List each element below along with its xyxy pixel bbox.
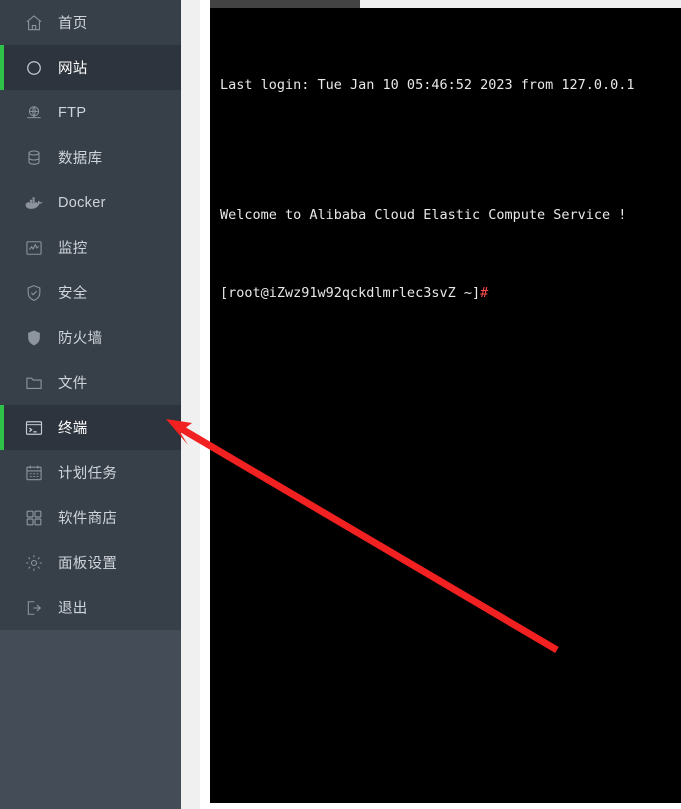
sidebar-item-label: 监控 bbox=[58, 241, 88, 257]
gear-icon bbox=[24, 553, 44, 573]
sidebar-item-1[interactable]: 首页 bbox=[0, 0, 181, 45]
sidebar-item-9[interactable]: 文件 bbox=[0, 360, 181, 405]
sidebar-item-3[interactable]: FTP bbox=[0, 90, 181, 135]
sidebar-item-label: 数据库 bbox=[58, 151, 103, 167]
sidebar-item-label: 软件商店 bbox=[58, 511, 118, 527]
sidebar-nav: 首页网站 FTP 数据库 Docker 监控安全防火墙文件终端计划任务软件商店面板设置退… bbox=[0, 0, 181, 630]
sidebar-item-label: 面板设置 bbox=[58, 556, 118, 572]
database-icon bbox=[24, 148, 44, 168]
sidebar-item-label: 计划任务 bbox=[58, 466, 118, 482]
sidebar-item-label: 安全 bbox=[58, 286, 88, 302]
docker-icon bbox=[24, 193, 44, 213]
tab-bar-empty-area bbox=[360, 0, 681, 8]
calendar-icon bbox=[24, 463, 44, 483]
shield-check-icon bbox=[24, 283, 44, 303]
sidebar-item-label: FTP bbox=[58, 104, 87, 121]
globe-circle-icon bbox=[24, 58, 44, 78]
sidebar-item-4[interactable]: 数据库 bbox=[0, 135, 181, 180]
sidebar-item-11[interactable]: 计划任务 bbox=[0, 450, 181, 495]
terminal-line-welcome: Welcome to Alibaba Cloud Elastic Compute… bbox=[220, 207, 627, 223]
panel-gutter bbox=[181, 0, 200, 809]
shield-solid-icon bbox=[24, 328, 44, 348]
active-accent-bar bbox=[0, 405, 4, 450]
sidebar-item-5[interactable]: Docker bbox=[0, 180, 181, 225]
sidebar-item-7[interactable]: 安全 bbox=[0, 270, 181, 315]
grid-apps-icon bbox=[24, 508, 44, 528]
terminal-icon bbox=[24, 418, 44, 438]
terminal-line-last-login: Last login: Tue Jan 10 05:46:52 2023 fro… bbox=[220, 77, 635, 93]
sidebar-item-label: 终端 bbox=[58, 421, 88, 437]
sidebar-item-13[interactable]: 面板设置 bbox=[0, 540, 181, 585]
sidebar-item-12[interactable]: 软件商店 bbox=[0, 495, 181, 540]
sidebar-item-14[interactable]: 退出 bbox=[0, 585, 181, 630]
sidebar-item-10[interactable]: 终端 bbox=[0, 405, 181, 450]
terminal-panel[interactable]: Last login: Tue Jan 10 05:46:52 2023 fro… bbox=[210, 8, 681, 803]
terminal-line-prompt: [root@iZwz91w92qckdlmrlec3svZ ~]# bbox=[220, 285, 489, 301]
monitor-chart-icon bbox=[24, 238, 44, 258]
app-window: 首页网站 FTP 数据库 Docker 监控安全防火墙文件终端计划任务软件商店面板设置退… bbox=[0, 0, 681, 809]
terminal-tab-bar[interactable] bbox=[210, 0, 360, 8]
sidebar-item-label: 首页 bbox=[58, 16, 88, 32]
sidebar-item-label: 退出 bbox=[58, 601, 88, 617]
sidebar: 首页网站 FTP 数据库 Docker 监控安全防火墙文件终端计划任务软件商店面板设置退… bbox=[0, 0, 181, 809]
sidebar-item-label: 网站 bbox=[58, 61, 88, 77]
terminal-cursor: # bbox=[480, 285, 489, 301]
active-accent-bar bbox=[0, 45, 4, 90]
panel-white-margin bbox=[200, 0, 210, 809]
sidebar-item-label: 文件 bbox=[58, 376, 88, 392]
folder-icon bbox=[24, 373, 44, 393]
sidebar-item-8[interactable]: 防火墙 bbox=[0, 315, 181, 360]
terminal-output: Last login: Tue Jan 10 05:46:52 2023 fro… bbox=[210, 8, 681, 358]
sidebar-item-6[interactable]: 监控 bbox=[0, 225, 181, 270]
sidebar-item-label: Docker bbox=[58, 194, 106, 211]
sidebar-item-label: 防火墙 bbox=[58, 331, 103, 347]
logout-icon bbox=[24, 598, 44, 618]
home-icon bbox=[24, 13, 44, 33]
ftp-globe-icon bbox=[24, 103, 44, 123]
terminal-bottom-margin bbox=[210, 803, 681, 809]
sidebar-item-2[interactable]: 网站 bbox=[0, 45, 181, 90]
